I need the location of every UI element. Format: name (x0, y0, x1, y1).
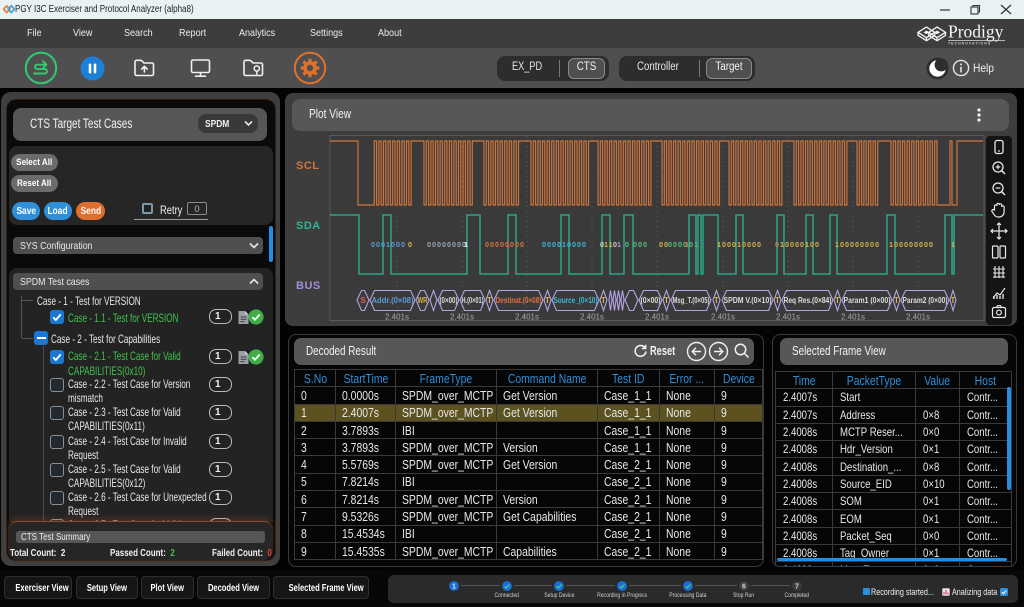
svg-text:2.401s: 2.401s (645, 313, 669, 322)
svg-text:Msg_T.(0×05): Msg_T.(0×05) (673, 296, 710, 305)
svg-text:WR: WR (418, 296, 428, 305)
svg-text:6: 6 (742, 583, 746, 590)
svg-text:0001000: 0001000 (371, 240, 406, 249)
svg-text:2.401s: 2.401s (906, 313, 930, 322)
svg-text:T: T (545, 296, 550, 305)
svg-text:2.401s: 2.401s (580, 313, 604, 322)
svg-text:000: 000 (633, 240, 648, 249)
svg-text:2.401s: 2.401s (711, 313, 735, 322)
svg-text:Req Res.(0×84): Req Res.(0×84) (784, 296, 832, 305)
svg-text:100010000: 100010000 (717, 240, 762, 249)
svg-text:1: 1 (951, 240, 956, 249)
svg-text:T: T (487, 296, 492, 305)
svg-text:000010000: 000010000 (542, 240, 587, 249)
svg-text:H.(0×01): H.(0×01) (462, 296, 484, 305)
svg-text:(0×00): (0×00) (440, 296, 458, 305)
svg-text:Addr.(0×08): Addr.(0×08) (372, 296, 414, 305)
svg-text:1: 1 (452, 583, 456, 590)
svg-text:7: 7 (795, 583, 799, 590)
svg-text:2.401s: 2.401s (515, 313, 539, 322)
svg-text:1: 1 (464, 240, 469, 249)
svg-text:100000000: 100000000 (835, 240, 880, 249)
svg-text:Param1 (0×00): Param1 (0×00) (844, 296, 891, 305)
svg-text:T: T (951, 296, 956, 305)
svg-text:T: T (664, 296, 669, 305)
svg-text:100000000: 100000000 (889, 240, 934, 249)
svg-text:Destinat.(0×08): Destinat.(0×08) (496, 296, 542, 305)
svg-text:SPDM V.(0×10): SPDM V.(0×10) (724, 296, 772, 305)
svg-text:T: T (714, 296, 719, 305)
svg-text:10000100: 10000100 (780, 240, 820, 249)
svg-text:1: 1 (617, 240, 622, 249)
svg-text:(0×00): (0×00) (641, 296, 661, 305)
svg-text:Source_(0×10): Source_(0×10) (554, 296, 598, 305)
svg-text:000: 000 (510, 240, 525, 249)
svg-text:0: 0 (625, 240, 630, 249)
svg-text:T: T (601, 296, 606, 305)
svg-text:2.401s: 2.401s (450, 313, 474, 322)
svg-text:2.401s: 2.401s (385, 313, 409, 322)
svg-text:2.401s: 2.401s (776, 313, 800, 322)
svg-text:00000000: 00000000 (427, 240, 467, 249)
svg-text:S: S (360, 296, 366, 305)
svg-text:T: T (835, 296, 840, 305)
svg-text:1: 1 (694, 240, 699, 249)
svg-text:Param2 (0×00): Param2 (0×00) (903, 296, 948, 305)
svg-text:2.401s: 2.401s (841, 313, 865, 322)
svg-text:T: T (894, 296, 899, 305)
svg-text:T: T (775, 296, 780, 305)
svg-text:0: 0 (408, 240, 413, 249)
